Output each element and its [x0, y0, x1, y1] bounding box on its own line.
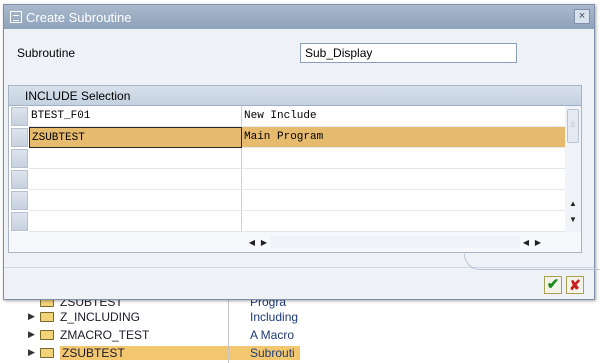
table-row[interactable]	[9, 169, 565, 190]
checkmark-icon[interactable]: ✔	[544, 276, 562, 294]
dialog-titlebar[interactable]: Create Subroutine ×	[4, 5, 594, 29]
include-description-cell[interactable]	[242, 211, 565, 232]
row-selector[interactable]	[11, 191, 28, 210]
include-selection-title: INCLUDE Selection	[9, 86, 581, 106]
dialog-title: Create Subroutine	[26, 9, 132, 25]
subroutine-input[interactable]	[300, 43, 517, 63]
include-program-cell[interactable]	[29, 211, 242, 232]
scroll-up-icon[interactable]: ▲	[568, 198, 578, 210]
subroutine-label: Subroutine	[17, 46, 76, 60]
expand-arrow-icon[interactable]: ▶	[28, 329, 40, 340]
scroll-left-icon[interactable]: ◀	[520, 238, 532, 247]
tree-row[interactable]: ▶ Z_INCLUDING Including	[28, 307, 300, 326]
table-row[interactable]: BTEST_F01 New Include	[9, 106, 565, 127]
expand-arrow-icon[interactable]: ▶	[28, 347, 40, 358]
include-program-cell[interactable]	[29, 169, 242, 190]
row-selector[interactable]	[11, 149, 28, 168]
table-row[interactable]	[9, 211, 565, 232]
include-selection-group: INCLUDE Selection BTEST_F01 New Include …	[8, 85, 582, 253]
scroll-right-icon[interactable]: ▶	[258, 238, 270, 247]
tree-row-selected[interactable]: ▶ ZSUBTEST Subrouti	[28, 343, 300, 362]
subroutine-field-row: Subroutine	[17, 43, 517, 63]
tree-item-name: Z_INCLUDING	[60, 309, 141, 324]
create-subroutine-dialog: Create Subroutine × Subroutine INCLUDE S…	[3, 4, 600, 300]
include-program-cell[interactable]	[29, 148, 242, 169]
scroll-right-icon[interactable]: ▶	[532, 238, 544, 247]
include-description-cell[interactable]: Main Program	[242, 127, 565, 148]
footer-decoration	[464, 254, 600, 270]
include-program-cell[interactable]: ZSUBTEST	[29, 127, 242, 148]
folder-icon	[40, 311, 54, 322]
scroll-down-icon[interactable]: ▼	[568, 214, 578, 226]
include-program-cell[interactable]: BTEST_F01	[29, 106, 242, 127]
tree-item-description: A Macro	[250, 327, 295, 342]
tree-row[interactable]: ▶ ZMACRO_TEST A Macro	[28, 325, 300, 344]
cancel-x-icon[interactable]: ✘	[566, 276, 584, 294]
tree-item-name: ZMACRO_TEST	[60, 327, 150, 342]
vertical-scrollbar[interactable]: ⁞⁞ ▲ ▼	[565, 106, 581, 232]
scroll-track[interactable]	[270, 236, 520, 248]
expand-arrow-icon[interactable]: ▶	[28, 311, 40, 322]
close-icon[interactable]: ×	[574, 9, 590, 24]
table-row[interactable]	[9, 148, 565, 169]
row-selector[interactable]	[11, 170, 28, 189]
dialog-title-icon	[10, 11, 22, 23]
row-selector[interactable]	[11, 212, 28, 231]
include-program-cell[interactable]	[29, 190, 242, 211]
folder-icon	[40, 347, 54, 358]
dialog-footer: ✔ ✘	[4, 254, 600, 299]
include-description-cell[interactable]	[242, 148, 565, 169]
row-selector[interactable]	[11, 128, 28, 147]
column-divider	[228, 296, 229, 363]
table-row-selected[interactable]: ZSUBTEST Main Program	[9, 127, 565, 148]
include-description-cell[interactable]	[242, 190, 565, 211]
table-row[interactable]	[9, 190, 565, 211]
include-description-cell[interactable]: New Include	[242, 106, 565, 127]
scroll-left-icon[interactable]: ◀	[246, 238, 258, 247]
tree-item-description: Subrouti	[250, 345, 300, 360]
include-description-cell[interactable]	[242, 169, 565, 190]
tree-item-name: ZSUBTEST	[60, 345, 250, 360]
scroll-thumb[interactable]: ⁞⁞	[567, 109, 579, 143]
horizontal-scrollbar-description[interactable]: ◀ ▶ ◀ ▶	[246, 234, 546, 250]
row-selector[interactable]	[11, 107, 28, 126]
tree-item-description: Including	[250, 309, 299, 324]
include-table: BTEST_F01 New Include ZSUBTEST Main Prog…	[9, 106, 565, 232]
folder-icon	[40, 329, 54, 340]
